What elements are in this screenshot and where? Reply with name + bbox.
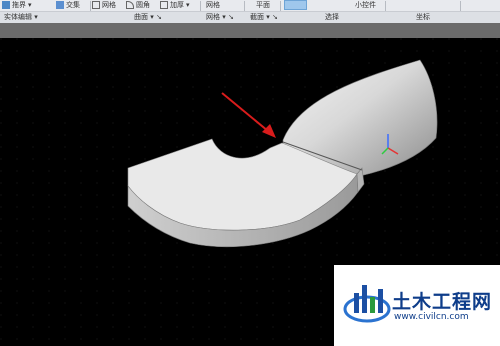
fillet-label: 圆角 (136, 1, 150, 9)
ribbon-tools-row: 拖界 ▾ 交集 网格 圆角 加厚 ▾ 网格 平面 小控件 (0, 0, 500, 10)
extrude-button[interactable]: 拖界 ▾ (2, 0, 32, 10)
extrude-icon (2, 1, 10, 9)
mesh-button-label: 网格 (206, 1, 220, 9)
group-section[interactable]: 截面 ▾ ↘ (250, 12, 278, 23)
small-widget-button[interactable]: 小控件 (355, 0, 376, 10)
logo-url: www.civilcn.com (394, 312, 469, 322)
selection-filter-button[interactable] (284, 0, 307, 10)
site-logo: 土木工程网 www.civilcn.com (334, 265, 500, 346)
intersect-icon (56, 1, 64, 9)
thicken-button[interactable]: 加厚 ▾ (160, 0, 190, 10)
ribbon-toolbar: 拖界 ▾ 交集 网格 圆角 加厚 ▾ 网格 平面 小控件 实体编辑 ▾ 曲面 ▾… (0, 0, 500, 23)
dropdown-arrow-icon: ▾ (28, 1, 32, 9)
group-mesh-label: 网格 (206, 13, 220, 21)
group-section-label: 截面 (250, 13, 264, 21)
fillet-button[interactable]: 圆角 (126, 0, 150, 10)
dropdown-arrow-icon: ▾ (186, 1, 190, 9)
group-surface[interactable]: 曲面 ▾ ↘ (134, 12, 162, 23)
group-selection-label: 选择 (325, 13, 339, 21)
extrude-label: 拖界 (12, 1, 26, 9)
mesh-surface-button[interactable]: 网格 (92, 0, 116, 10)
launcher-icon: ↘ (155, 13, 162, 21)
group-mesh[interactable]: 网格 ▾ ↘ (206, 12, 234, 23)
mesh-button[interactable]: 网格 (206, 0, 220, 10)
group-surface-label: 曲面 (134, 13, 148, 21)
ribbon-group-bar: 实体编辑 ▾ 曲面 ▾ ↘ 网格 ▾ ↘ 截面 ▾ ↘ 选择 坐标 (0, 11, 500, 23)
tab-strip (0, 23, 500, 38)
logo-title: 土木工程网 (392, 291, 493, 313)
group-solid-edit-label: 实体编辑 (4, 13, 32, 21)
plane-label: 平面 (256, 1, 270, 9)
intersect-button[interactable]: 交集 (56, 0, 80, 10)
launcher-icon: ↘ (227, 13, 234, 21)
thicken-icon (160, 1, 168, 9)
small-widget-label: 小控件 (355, 1, 376, 9)
logo-emblem-icon (343, 285, 391, 323)
intersect-label: 交集 (66, 1, 80, 9)
thicken-label: 加厚 (170, 1, 184, 9)
plane-button[interactable]: 平面 (256, 0, 270, 10)
fillet-icon (126, 1, 134, 9)
mesh-icon (92, 1, 100, 9)
group-solid-edit[interactable]: 实体编辑 ▾ (4, 12, 38, 23)
group-coordinates-label: 坐标 (416, 13, 430, 21)
launcher-icon: ↘ (271, 13, 278, 21)
group-coordinates[interactable]: 坐标 (416, 12, 430, 23)
group-selection[interactable]: 选择 (325, 12, 339, 23)
mesh-label: 网格 (102, 1, 116, 9)
